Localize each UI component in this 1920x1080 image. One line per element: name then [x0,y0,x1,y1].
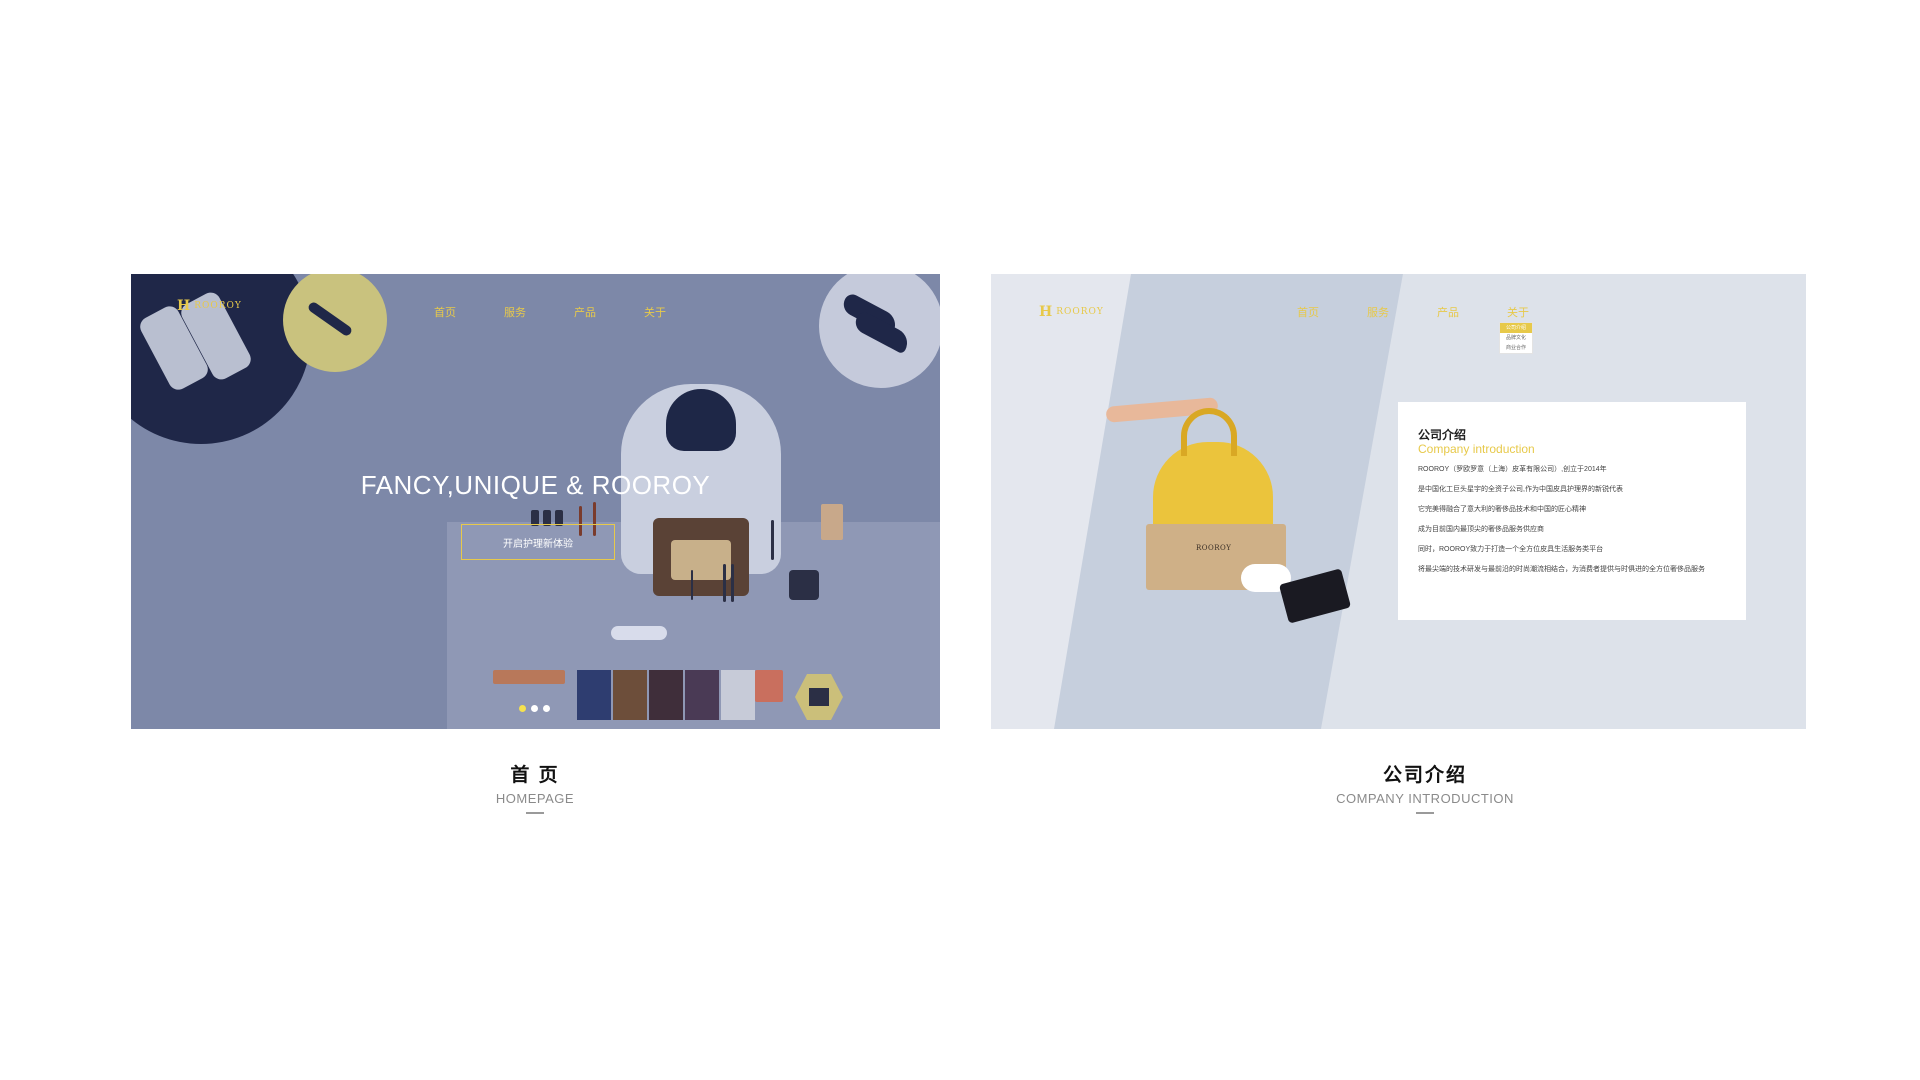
dropdown-item-company[interactable]: 公司介绍 [1500,323,1532,333]
carousel-dot[interactable] [543,705,550,712]
tool-icon [611,626,667,640]
light-circle-decoration [819,274,940,388]
dropdown-item-brand[interactable]: 品牌文化 [1500,333,1532,343]
nav-item-home[interactable]: 首页 [1297,304,1367,320]
intro-card-line: 将最尖端的技术研发与最前沿的时尚潮流相结合，为消费者提供与时俱进的全方位奢侈品服… [1418,566,1705,573]
homepage-preview: H ROOROY 首页 服务 产品 关于 FANCY,UNIQUE & ROOR… [131,274,940,729]
nav-item-services[interactable]: 服务 [1367,304,1437,320]
caption-title: 公司介绍 [1382,765,1467,786]
intro-card: 公司介绍 Company introduction ROOROY（罗欧罗意（上海… [1398,402,1746,620]
logo[interactable]: H ROOROY [1039,304,1104,320]
nav-item-services[interactable]: 服务 [504,304,574,320]
intro-card-title: 公司介绍 [1418,428,1467,442]
leather-swatch [685,670,719,720]
yellow-circle-decoration [283,274,387,372]
tool-icon [789,570,819,600]
intro-card-line: 同时，ROOROY致力于打造一个全方位皮具生活服务类平台 [1418,546,1604,553]
tool-icon [771,520,774,560]
tool-icon [723,564,726,602]
box-logo: ROOROY [1196,544,1232,552]
caption-title: 首 页 [510,765,560,786]
caption-subtitle: HOMEPAGE [495,791,575,806]
nav-item-about[interactable]: 关于 [1507,304,1577,320]
caption-divider [1416,812,1434,814]
tool-icon [691,570,693,600]
hero-title: FANCY,UNIQUE & ROOROY [360,470,711,500]
main-nav: 首页 服务 产品 关于 [434,304,714,320]
cap-image [666,389,736,451]
main-nav: 首页 服务 产品 关于 [1297,304,1577,320]
tool-icon [493,670,565,684]
intro-card-line: ROOROY（罗欧罗意（上海）皮革有限公司）,创立于2014年 [1418,466,1607,473]
dropdown-item-cooperation[interactable]: 商业合作 [1500,343,1532,353]
logo-text: ROOROY [1056,307,1104,317]
homepage-caption: 首 页 HOMEPAGE [435,760,635,814]
intro-card-line: 是中国化工巨头星宇的全资子公司,作为中国皮具护理界的新锐代表 [1418,486,1623,493]
caption-divider [526,812,544,814]
nav-item-about[interactable]: 关于 [644,304,714,320]
intro-card-line: 成为目前国内最顶尖的奢侈品服务供应商 [1418,526,1544,533]
leather-swatch [577,670,611,720]
tool-icon [821,504,843,540]
logo-text: ROOROY [194,301,242,311]
watch-image [306,300,354,338]
leather-swatch [613,670,647,720]
nav-item-home[interactable]: 首页 [434,304,504,320]
carousel-dot[interactable] [519,705,526,712]
intro-card-subtitle: Company introduction [1418,442,1535,456]
tool-icon [755,670,783,702]
carousel-dots [519,705,550,712]
leather-swatch [721,670,755,720]
intro-card-line: 它完美得融合了意大利的奢侈品技术和中国的匠心精神 [1418,506,1586,513]
tool-icon [731,564,734,602]
company-intro-preview: ROOROY H ROOROY 首页 服务 产品 关于 公司介绍 品牌文化 商业… [991,274,1806,729]
about-dropdown-menu: 公司介绍 品牌文化 商业合作 [1499,322,1533,354]
carousel-dot[interactable] [531,705,538,712]
logo-mark-icon: H [177,298,191,314]
nav-item-products[interactable]: 产品 [1437,304,1507,320]
handbag-image [653,518,749,596]
nav-item-products[interactable]: 产品 [574,304,644,320]
caption-subtitle: COMPANY INTRODUCTION [1336,791,1514,806]
leather-swatch [649,670,683,720]
logo[interactable]: H ROOROY [177,298,242,314]
hero-cta-button[interactable]: 开启护理新体验 [461,524,615,560]
company-caption: 公司介绍 COMPANY INTRODUCTION [1275,760,1575,814]
logo-mark-icon: H [1039,304,1053,320]
